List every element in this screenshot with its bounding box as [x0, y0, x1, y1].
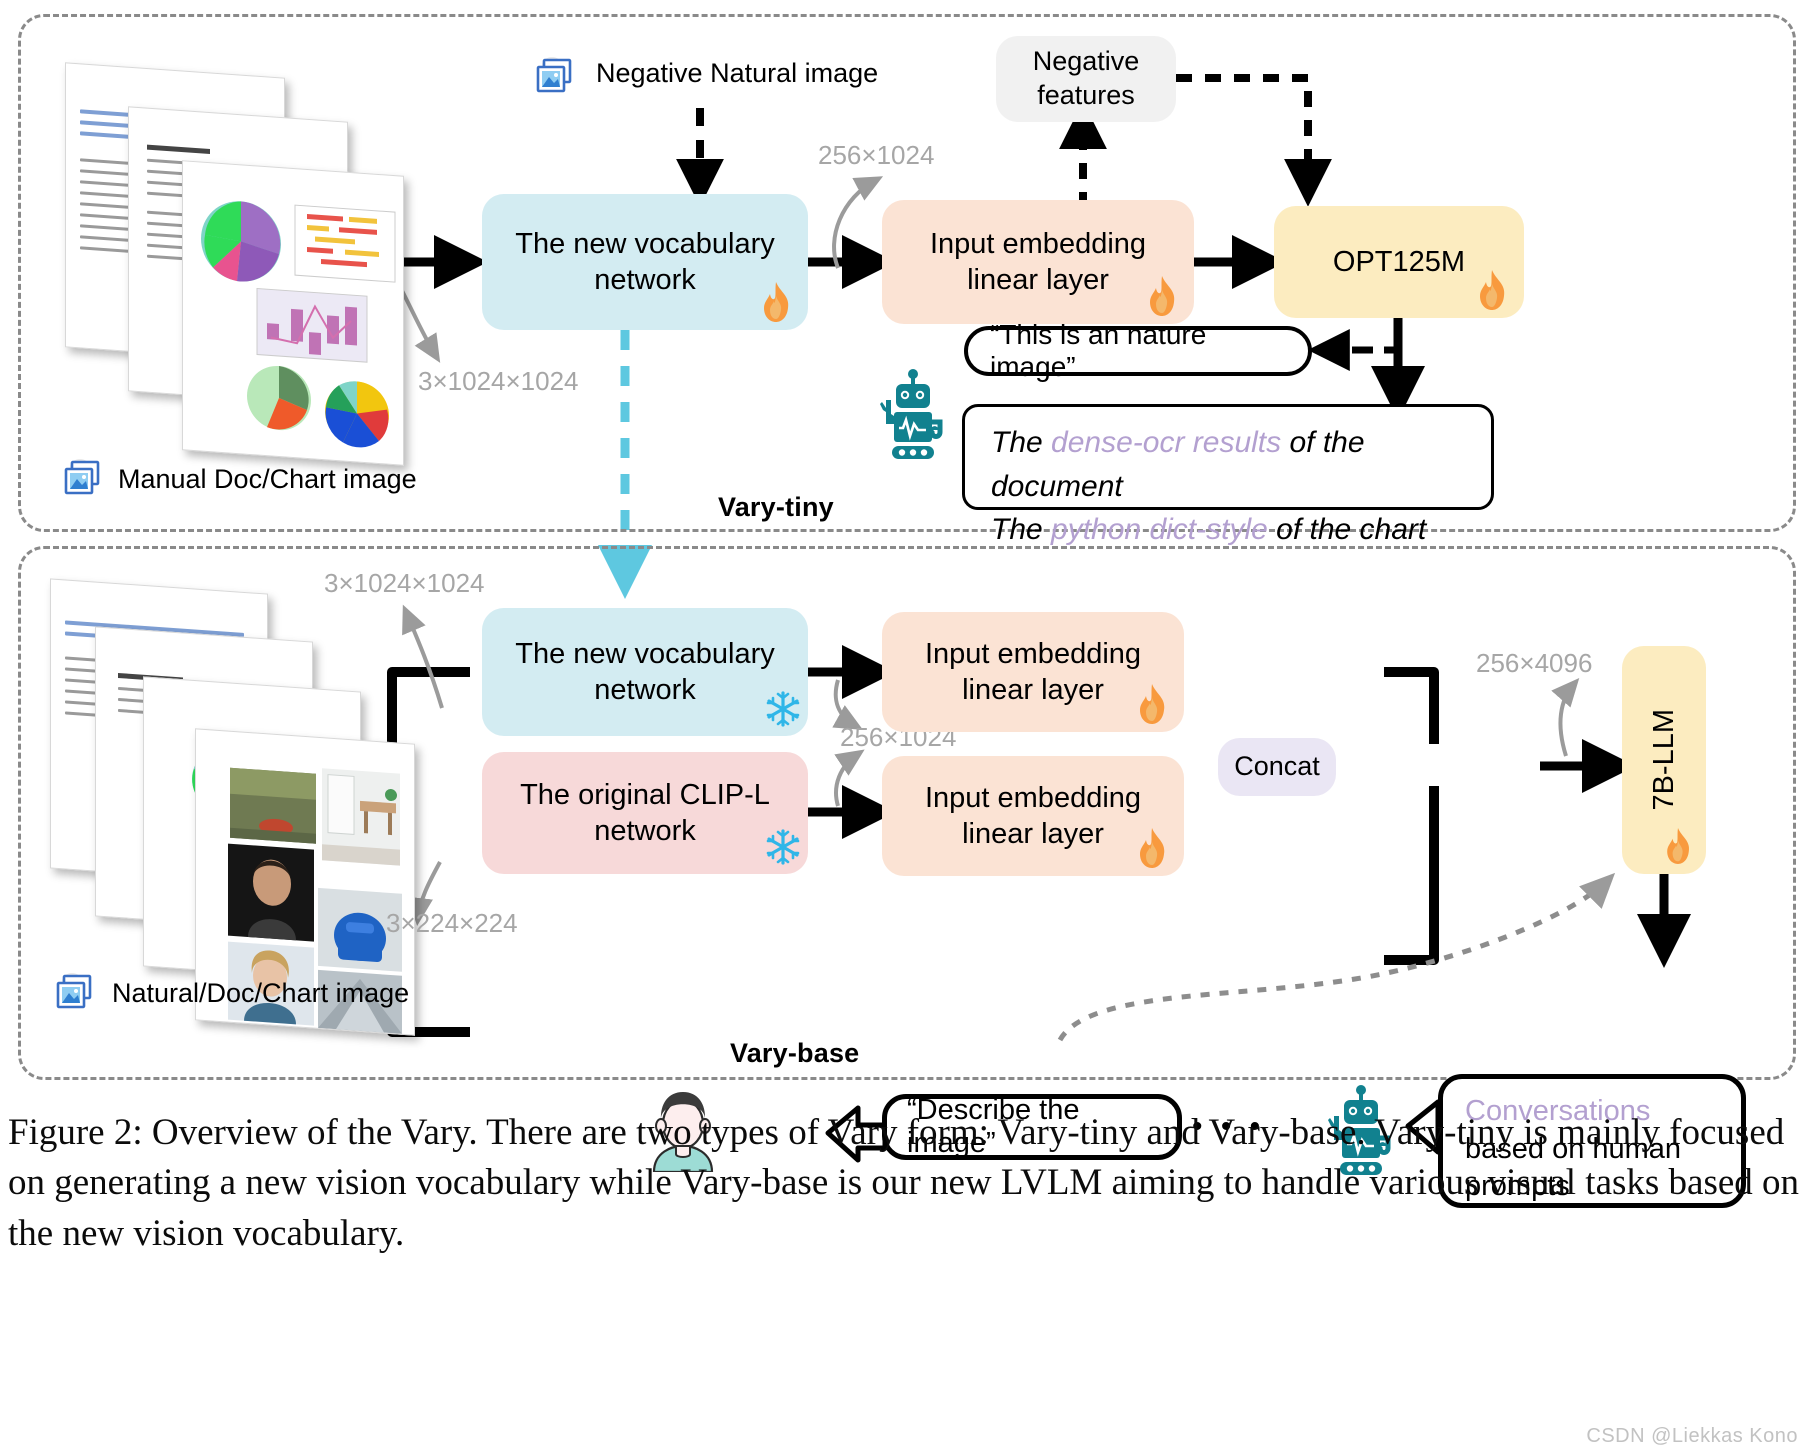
base-input-embedding-top-label: Input embedding linear layer	[924, 637, 1142, 706]
dim-base-vocab-input: 3×1024×1024	[324, 568, 485, 598]
7b-llm-box: 7B-LLM	[1622, 646, 1706, 874]
base-vocabulary-network-label: The new vocabulary network	[515, 637, 775, 706]
image-stack-icon	[54, 972, 98, 1012]
concat-box: Concat	[1218, 738, 1336, 796]
fire-icon	[1132, 682, 1172, 726]
snowflake-icon	[764, 690, 800, 728]
nature-image-text: “This is an nature image”	[990, 319, 1207, 382]
fire-icon	[1132, 826, 1172, 870]
negative-features-box: Negative features	[996, 36, 1176, 122]
figure-root: Vary-tiny Manual Doc/Chart image Negativ…	[0, 0, 1814, 1456]
7b-llm-label: 7B-LLM	[1647, 709, 1680, 811]
base-input-embedding-bottom-label: Input embedding linear layer	[924, 781, 1142, 850]
tiny-input-embedding-label: Input embedding linear layer	[929, 227, 1147, 296]
tiny-vocabulary-network-label: The new vocabulary network	[515, 227, 775, 296]
robot-icon	[874, 366, 952, 462]
base-input-embedding-box-bottom: Input embedding linear layer	[882, 756, 1184, 876]
figure-caption: Figure 2: Overview of the Vary. There ar…	[8, 1112, 1800, 1254]
tiny-input-embedding-box: Input embedding linear layer	[882, 200, 1194, 324]
manual-input-label: Manual Doc/Chart image	[118, 464, 417, 494]
vary-tiny-label: Vary-tiny	[718, 492, 834, 522]
base-vocabulary-network-box: The new vocabulary network	[482, 608, 808, 736]
tiny-output-line-2: The python dict-style of the chart	[991, 508, 1465, 552]
tiny-output-box: The dense-ocr results of the document Th…	[962, 404, 1494, 546]
tiny-output-line2-post: of the chart	[1267, 513, 1427, 546]
fire-icon	[1142, 274, 1182, 318]
image-stack-icon	[62, 458, 106, 498]
opt125m-label: OPT125M	[1332, 245, 1466, 278]
base-clip-network-label: The original CLIP-L network	[520, 778, 770, 847]
natural-doc-chart-image-stack	[45, 576, 415, 1036]
concat-label: Concat	[1234, 751, 1320, 782]
fire-icon	[1658, 826, 1698, 870]
tiny-output-line2-highlight: python dict-style	[1051, 513, 1268, 546]
tiny-output-line1-highlight: dense-ocr results	[1051, 426, 1282, 459]
tiny-vocabulary-network-box: The new vocabulary network	[482, 194, 808, 330]
fire-icon	[756, 280, 796, 324]
watermark: CSDN @Liekkas Kono	[1586, 1425, 1798, 1447]
fire-icon	[1472, 268, 1512, 312]
dim-base-clip-input: 3×224×224	[386, 908, 518, 938]
vary-base-label: Vary-base	[730, 1038, 860, 1068]
base-clip-network-box: The original CLIP-L network	[482, 752, 808, 874]
negative-image-stack-icon	[534, 56, 578, 96]
opt125m-box: OPT125M	[1274, 206, 1524, 318]
tiny-output-line2-pre: The	[991, 513, 1052, 546]
manual-doc-chart-image-stack	[60, 52, 404, 466]
dim-tiny-tokens: 256×1024	[818, 140, 935, 170]
tiny-output-line1-pre: The	[991, 426, 1052, 459]
nature-image-callout: “This is an nature image”	[964, 319, 1312, 382]
negative-input-label: Negative Natural image	[596, 58, 879, 88]
tiny-output-line-1: The dense-ocr results of the document	[991, 421, 1465, 508]
dim-base-concat: 256×4096	[1476, 648, 1593, 678]
negative-features-label: Negative features	[1032, 46, 1140, 110]
base-input-embedding-box-top: Input embedding linear layer	[882, 612, 1184, 732]
dim-tiny-input: 3×1024×1024	[418, 366, 579, 396]
base-input-label: Natural/Doc/Chart image	[112, 978, 410, 1008]
snowflake-icon	[764, 828, 800, 866]
